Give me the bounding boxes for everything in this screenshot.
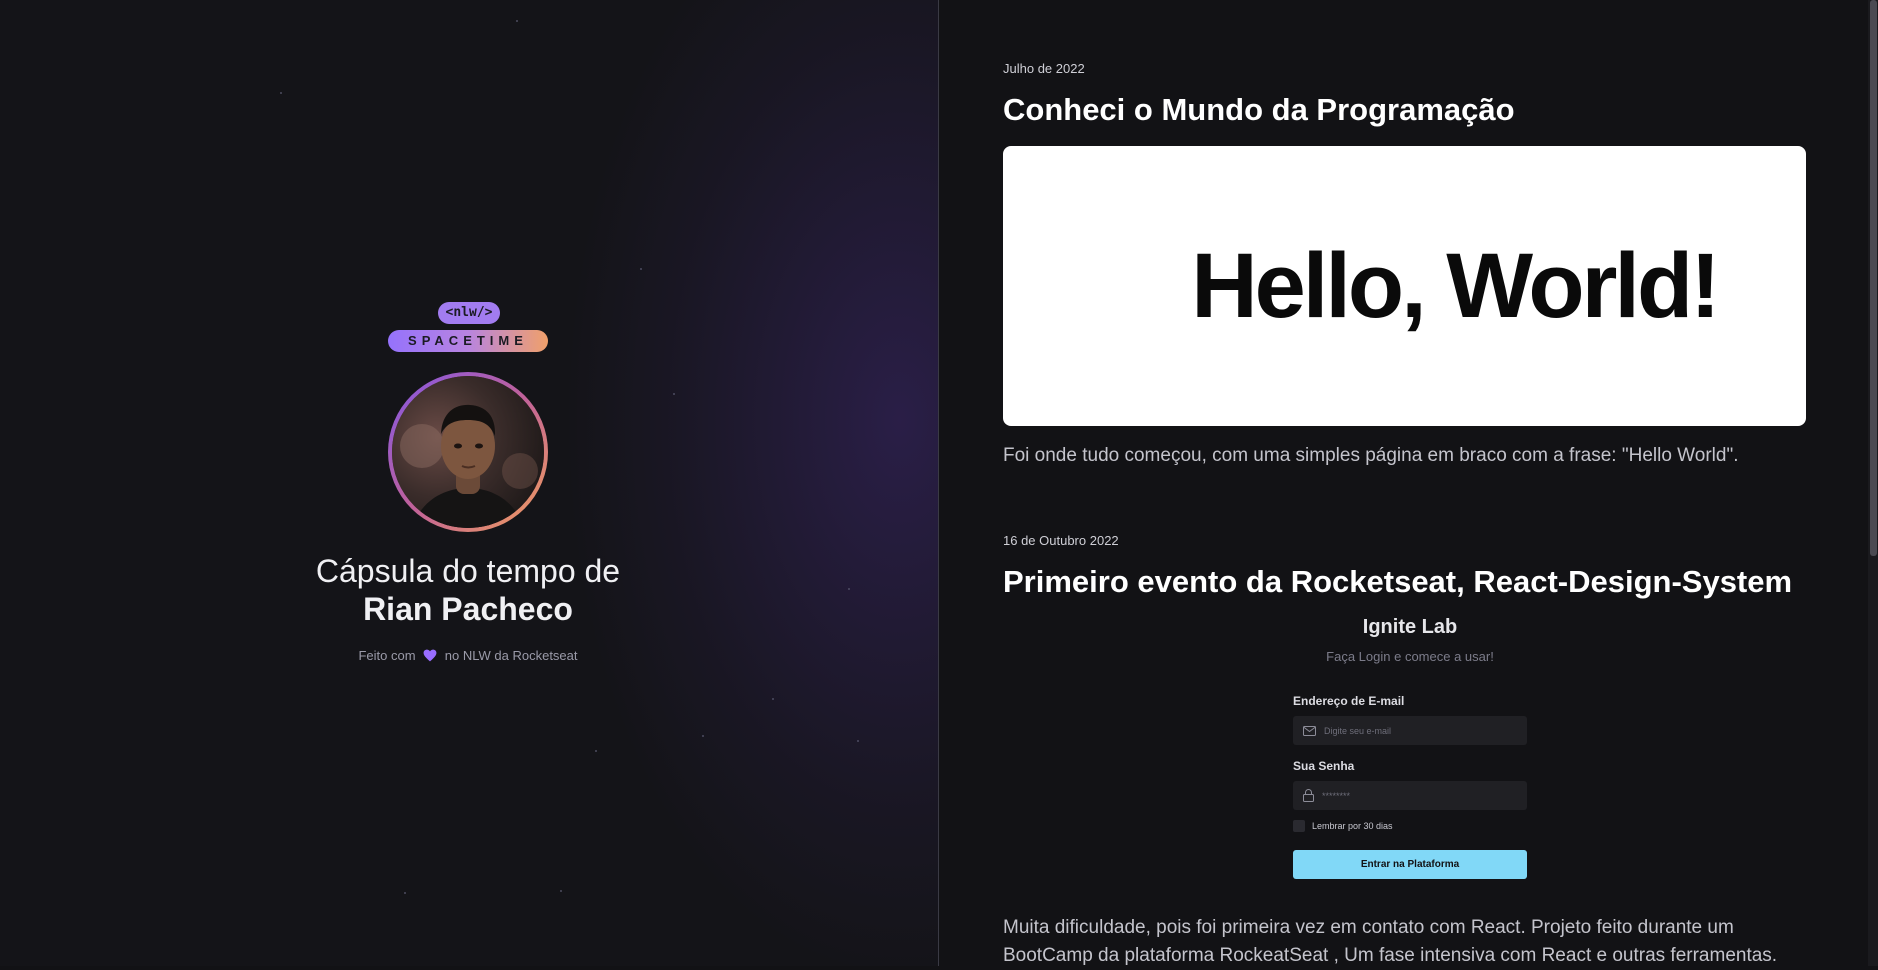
memory-date: Julho de 2022 — [1003, 61, 1085, 76]
mail-icon — [1303, 725, 1316, 736]
made-with-after: no NLW da Rocketseat — [444, 648, 578, 663]
star — [673, 393, 675, 395]
email-field: Digite seu e-mail — [1293, 716, 1527, 745]
spacetime-logo: <nlw/> SPACETIME — [388, 302, 548, 354]
capsule-owner-name: Rian Pacheco — [363, 591, 573, 627]
memory-date: 16 de Outubro 2022 — [1003, 533, 1119, 548]
login-title: Ignite Lab — [1362, 616, 1458, 638]
star — [772, 698, 774, 700]
spacetime-wordmark: SPACETIME — [388, 330, 548, 352]
remember-checkbox — [1293, 820, 1305, 832]
heart-icon — [423, 649, 437, 662]
remember-label: Lembrar por 30 dias — [1312, 821, 1393, 831]
scrollbar-thumb[interactable] — [1870, 0, 1877, 556]
left-panel: <nlw/> SPACETIME Cápsula do tempo de Ria… — [0, 0, 938, 966]
lock-icon — [1303, 789, 1314, 802]
star — [857, 740, 859, 742]
nlw-tag: <nlw/> — [438, 302, 500, 324]
remember-row: Lembrar por 30 dias — [1293, 820, 1527, 832]
star — [404, 892, 406, 894]
star — [848, 588, 850, 590]
avatar-ring — [388, 372, 548, 532]
memory-image-text: Hello, World! — [1191, 234, 1721, 337]
avatar — [392, 376, 544, 528]
memory-image-login-preview: Ignite Lab Faça Login e comece a usar! E… — [1293, 616, 1527, 879]
made-with-credit: Feito com no NLW da Rocketseat — [270, 648, 666, 663]
memories-timeline: Julho de 2022 Conheci o Mundo da Program… — [1003, 0, 1808, 966]
avatar-photo — [392, 376, 544, 528]
star — [280, 92, 282, 94]
password-placeholder: ******** — [1322, 790, 1351, 801]
password-label: Sua Senha — [1293, 759, 1355, 773]
star — [640, 268, 642, 270]
panel-divider — [938, 0, 939, 966]
star — [595, 750, 597, 752]
capsule-title: Cápsula do tempo de Rian Pacheco — [270, 552, 666, 628]
email-placeholder: Digite seu e-mail — [1324, 725, 1392, 736]
star — [516, 20, 518, 22]
password-field: ******** — [1293, 781, 1527, 810]
star — [560, 890, 562, 892]
memory-title: Primeiro evento da Rocketseat, React-Des… — [1003, 564, 1793, 599]
memory-image: Hello, World! — [1003, 146, 1806, 426]
capsule-title-line: Cápsula do tempo de — [315, 553, 621, 589]
star — [702, 735, 704, 737]
enter-platform-button: Entrar na Plataforma — [1293, 850, 1527, 879]
memory-title: Conheci o Mundo da Programação — [1003, 92, 1515, 127]
email-label: Endereço de E-mail — [1293, 694, 1405, 708]
login-subtitle: Faça Login e comece a usar! — [1326, 649, 1494, 664]
memory-description-line: Muita dificuldade, pois foi primeira vez… — [1003, 917, 1734, 938]
made-with-before: Feito com — [358, 648, 416, 663]
memory-description: Foi onde tudo começou, com uma simples p… — [1003, 445, 1739, 466]
